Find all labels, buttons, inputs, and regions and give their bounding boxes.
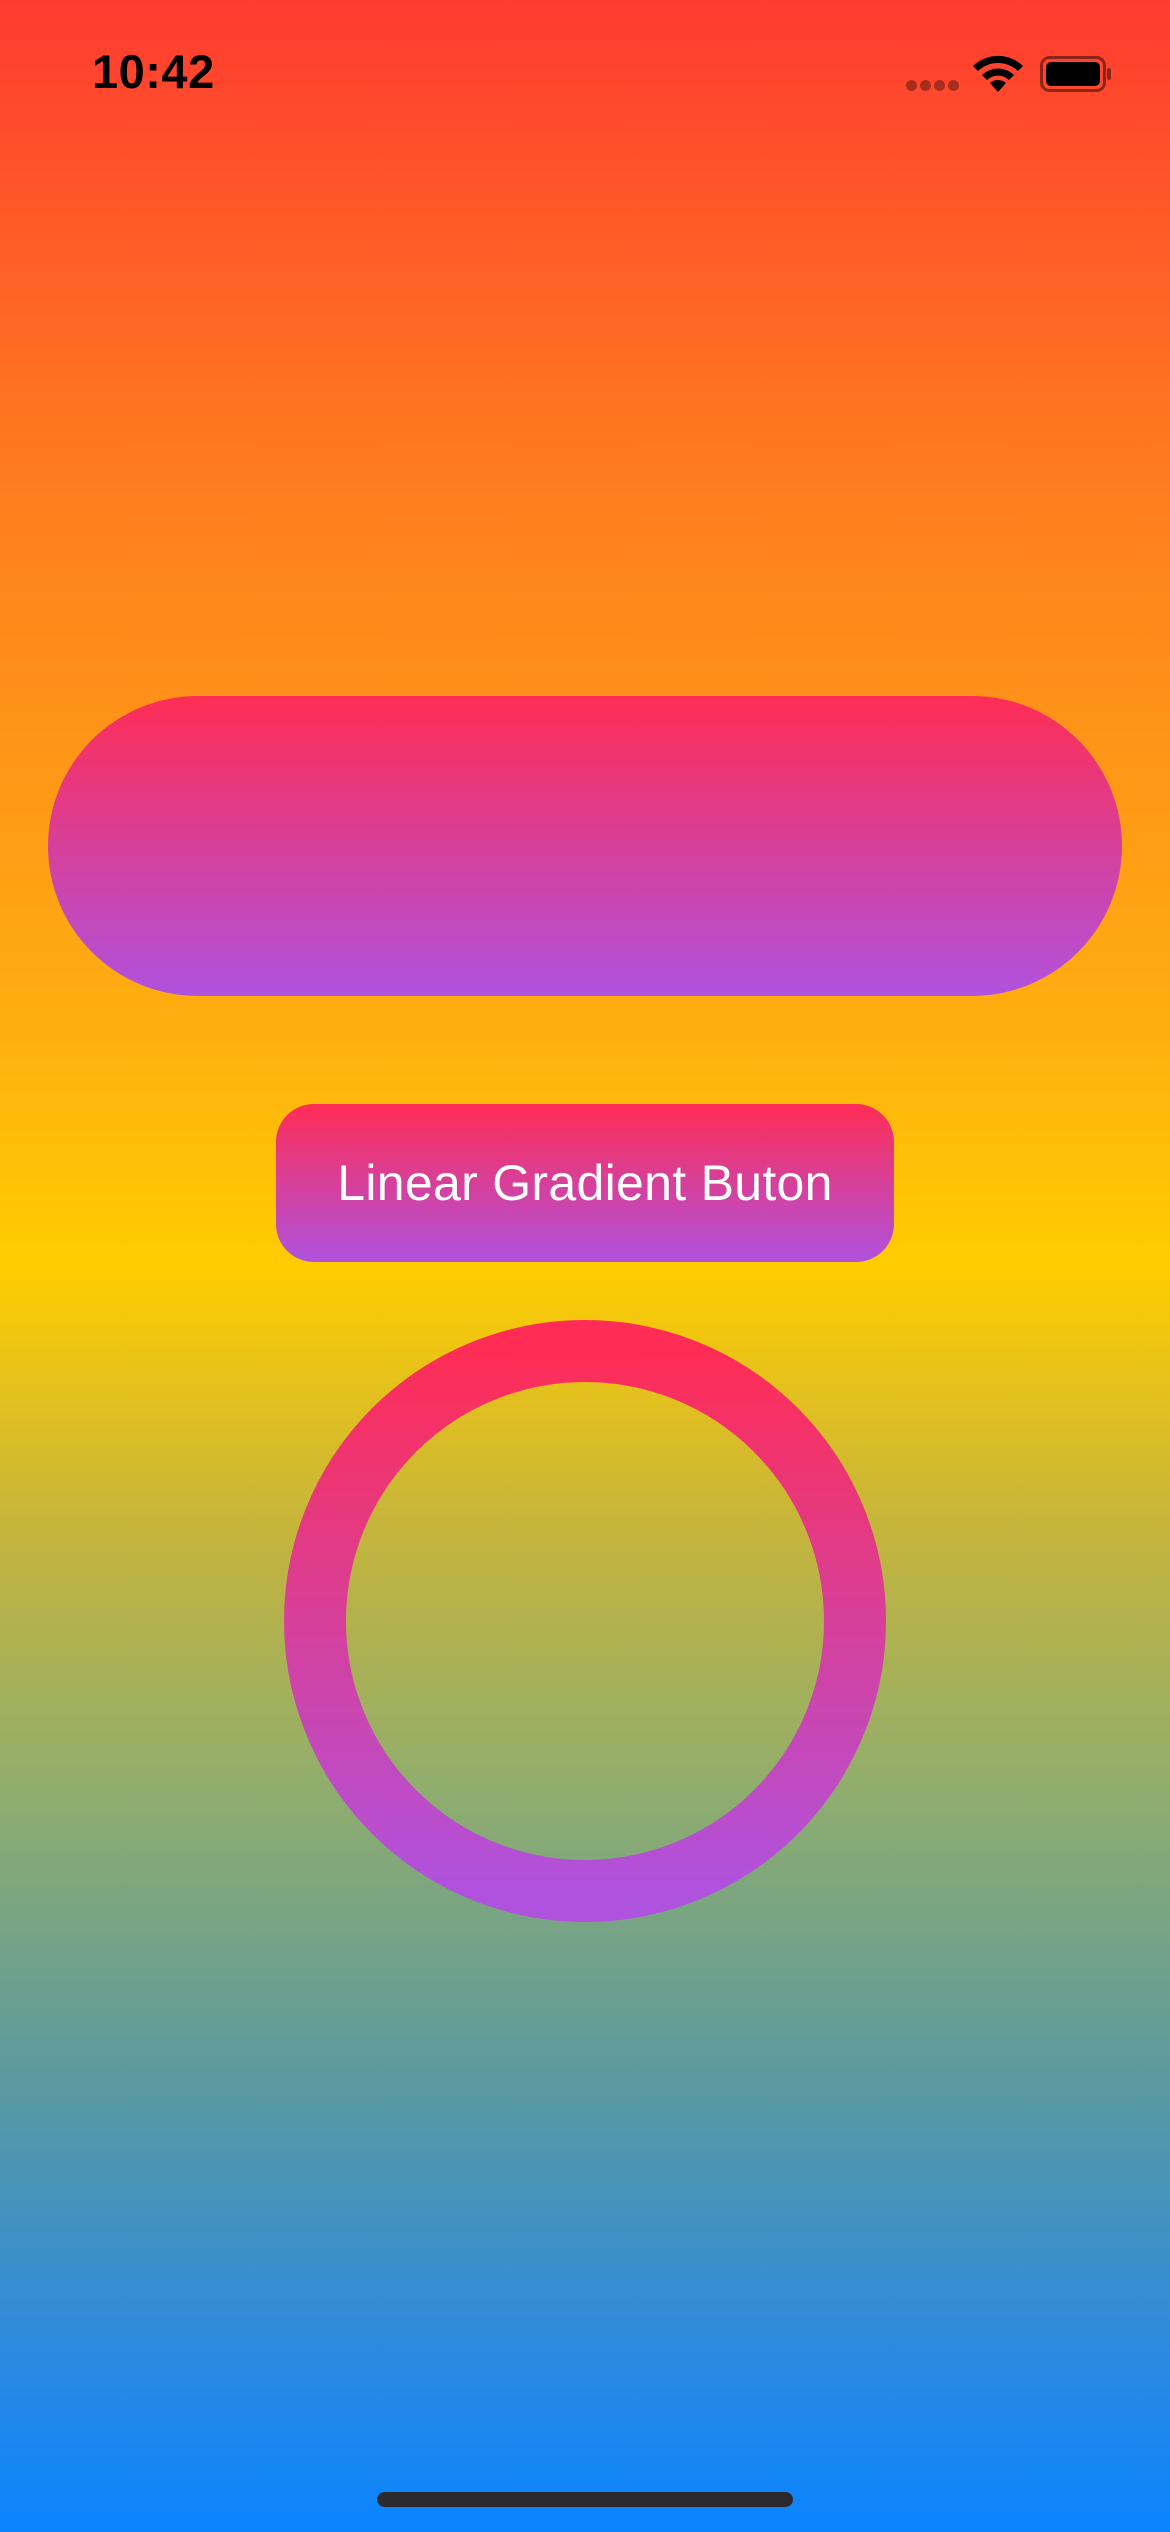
signal-dots-icon xyxy=(906,80,960,92)
pill-gradient-button[interactable] xyxy=(48,696,1122,996)
status-bar: 10:42 xyxy=(0,0,1170,150)
battery-icon xyxy=(1040,56,1111,92)
gradient-ring xyxy=(284,1320,886,1922)
status-time: 10:42 xyxy=(92,45,215,98)
home-indicator[interactable] xyxy=(377,2492,793,2507)
linear-gradient-button[interactable]: Linear Gradient Buton xyxy=(276,1104,894,1262)
wifi-icon xyxy=(973,55,1023,92)
linear-gradient-button-label: Linear Gradient Buton xyxy=(337,1155,833,1211)
